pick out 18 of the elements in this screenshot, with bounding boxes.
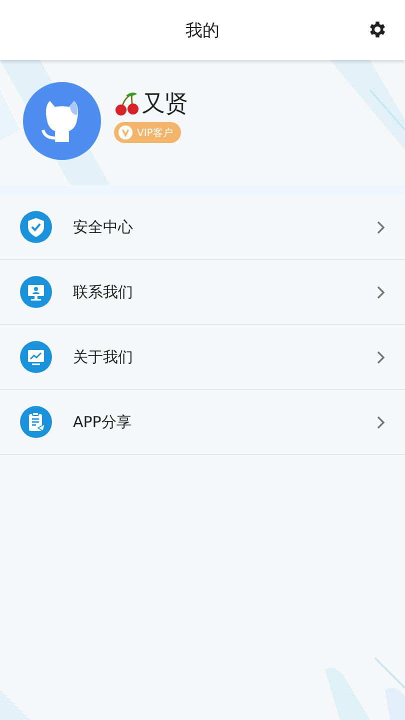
chevron-right-icon [377, 286, 385, 298]
settings-icon[interactable] [367, 19, 388, 40]
vip-badge: VIP客户 [114, 122, 181, 143]
avatar-cat-icon [23, 82, 101, 160]
monitor-chart-icon [20, 341, 52, 373]
chevron-right-icon [377, 220, 385, 234]
menu-item[interactable]: 关于我们 [0, 325, 405, 390]
clipboard-send-icon [20, 406, 52, 438]
shield-check-icon [20, 211, 52, 243]
chevron-right-icon [377, 416, 385, 428]
menu-item[interactable]: 联系我们 [0, 260, 405, 325]
cherry-icon [114, 92, 140, 116]
menu-item[interactable]: APP分享 [0, 390, 405, 455]
page-title: 我的 [186, 20, 220, 42]
chevron-right-icon [377, 350, 385, 364]
user-name: 又贤 [142, 90, 188, 119]
menu-item[interactable]: 安全中心 [0, 195, 405, 260]
monitor-person-icon [20, 276, 52, 308]
